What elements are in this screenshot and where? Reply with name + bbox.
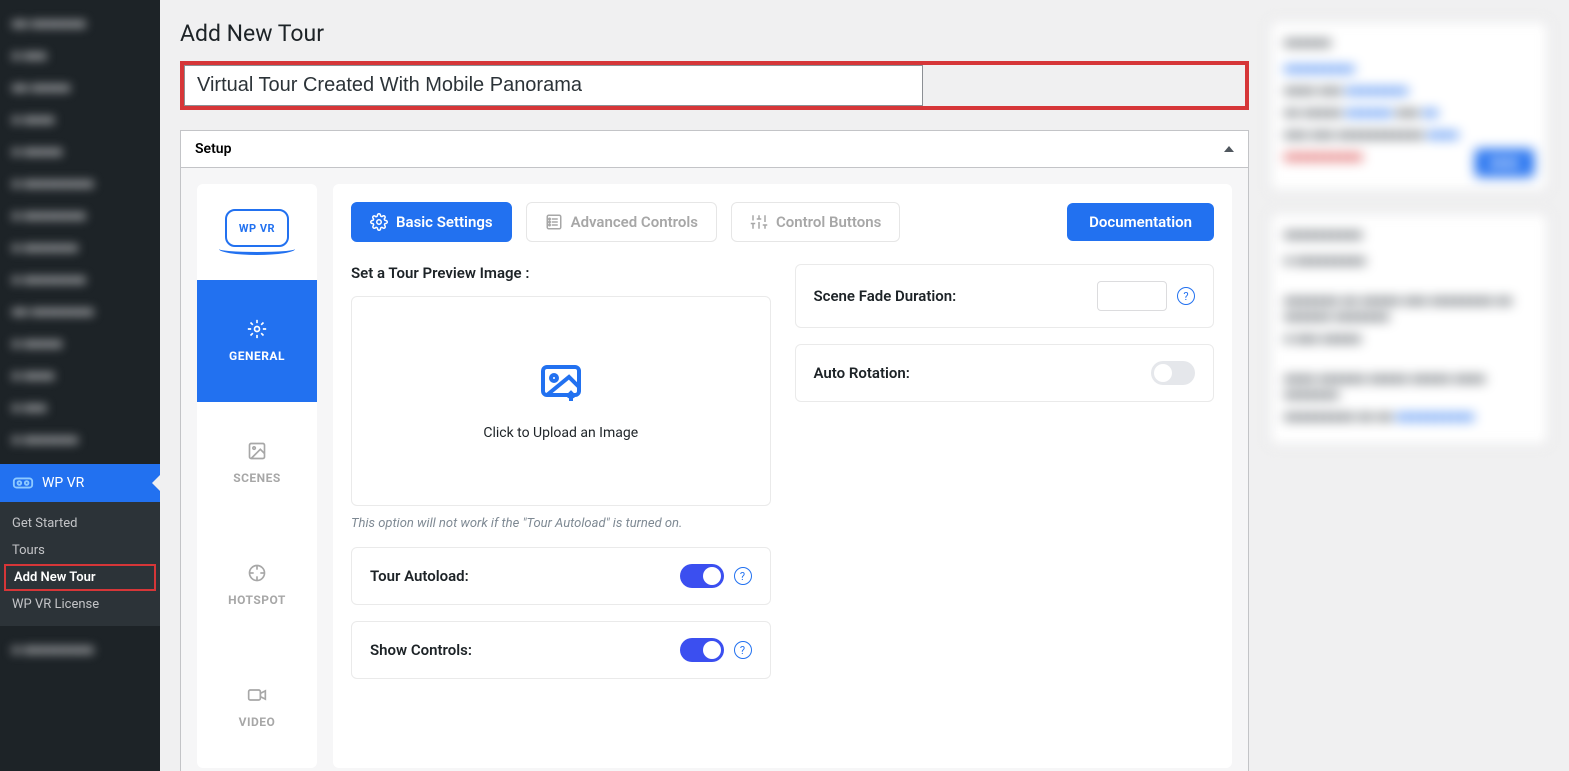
vtab-video-label: VIDEO (239, 715, 276, 729)
vtab-hotspot[interactable]: HOTSPOT (197, 524, 317, 646)
upload-preview-image[interactable]: Click to Upload an Image (351, 296, 771, 506)
vtab-scenes-label: SCENES (233, 471, 281, 485)
setup-body: WP VR GENERAL (181, 168, 1248, 771)
setup-panel-header[interactable]: Setup (181, 131, 1248, 168)
sidebar-wpvr-label: WP VR (42, 475, 84, 491)
scene-fade-input[interactable] (1097, 281, 1167, 311)
checklist-icon (545, 213, 563, 231)
htab-basic-settings[interactable]: Basic Settings (351, 202, 512, 242)
settings-left-col: Set a Tour Preview Image : Click to Uplo… (351, 264, 771, 679)
tour-title-input[interactable] (184, 65, 923, 106)
vtab-general-label: GENERAL (229, 349, 285, 363)
settings-columns: Set a Tour Preview Image : Click to Uplo… (351, 264, 1214, 679)
documentation-button[interactable]: Documentation (1067, 203, 1214, 241)
page-title: Add New Tour (180, 20, 1249, 47)
vertical-tabs: WP VR GENERAL (197, 184, 317, 768)
auto-rotation-label: Auto Rotation: (814, 364, 910, 382)
setup-label: Setup (195, 141, 231, 157)
vtab-scenes[interactable]: SCENES (197, 402, 317, 524)
editor-column: Add New Tour Setup WP VR (180, 20, 1249, 751)
htab-control-buttons-label: Control Buttons (776, 213, 881, 231)
gear-icon (247, 319, 267, 339)
htab-advanced-label: Advanced Controls (571, 213, 698, 231)
title-input-highlight (180, 61, 1249, 110)
scene-fade-label: Scene Fade Duration: (814, 287, 957, 305)
help-icon[interactable]: ? (1177, 287, 1195, 305)
preview-note: This option will not work if the "Tour A… (351, 516, 771, 531)
vtab-video[interactable]: VIDEO (197, 646, 317, 768)
htab-control-buttons[interactable]: Control Buttons (731, 202, 900, 242)
tour-autoload-toggle[interactable] (680, 564, 724, 588)
submenu-add-new-tour[interactable]: Add New Tour (4, 564, 156, 591)
htab-basic-label: Basic Settings (396, 213, 493, 231)
image-upload-icon (537, 361, 585, 409)
show-controls-toggle[interactable] (680, 638, 724, 662)
wpvr-badge: WP VR (225, 209, 289, 247)
collapse-icon (1224, 146, 1234, 152)
show-controls-label: Show Controls: (370, 641, 472, 659)
main-content: Add New Tour Setup WP VR (160, 0, 1569, 771)
gear-icon (370, 213, 388, 231)
htab-advanced-controls[interactable]: Advanced Controls (526, 202, 717, 242)
tour-autoload-label: Tour Autoload: (370, 567, 469, 585)
upload-hint: Click to Upload an Image (483, 425, 638, 441)
wp-admin-sidebar: ■■ ■■■■■■■ ■ ■■■ ■■ ■■■■■ ■ ■■■■ ■ ■■■■■… (0, 0, 160, 771)
crosshair-icon (247, 563, 267, 583)
vtab-general[interactable]: GENERAL (197, 280, 317, 402)
option-show-controls: Show Controls: ? (351, 621, 771, 679)
help-icon[interactable]: ? (734, 567, 752, 585)
vr-goggle-icon (12, 472, 34, 494)
publish-sidebar-blurred: ■■■■■■ ■■■■■■■■■ ■■■■ ■■■ ■■■■■■■■ ■■ ■■… (1269, 20, 1549, 751)
option-scene-fade: Scene Fade Duration: ? (795, 264, 1215, 328)
wpvr-logo: WP VR (197, 184, 317, 280)
settings-area: Basic Settings Advanced Controls (333, 184, 1232, 768)
settings-right-col: Scene Fade Duration: ? Auto Rotation: (795, 264, 1215, 679)
setup-panel: Setup WP VR (180, 130, 1249, 771)
image-icon (247, 441, 267, 461)
horizontal-tabs: Basic Settings Advanced Controls (351, 202, 1214, 242)
wp-submenu: Get Started Tours Add New Tour WP VR Lic… (0, 502, 160, 626)
option-auto-rotation: Auto Rotation: (795, 344, 1215, 402)
video-icon (247, 685, 267, 705)
option-tour-autoload: Tour Autoload: ? (351, 547, 771, 605)
help-icon[interactable]: ? (734, 641, 752, 659)
submenu-license[interactable]: WP VR License (0, 591, 160, 618)
preview-image-label: Set a Tour Preview Image : (351, 264, 771, 282)
sliders-icon (750, 213, 768, 231)
submenu-get-started[interactable]: Get Started (0, 510, 160, 537)
sidebar-item-wpvr[interactable]: WP VR (0, 464, 160, 502)
submenu-tours[interactable]: Tours (0, 537, 160, 564)
auto-rotation-toggle[interactable] (1151, 361, 1195, 385)
vtab-hotspot-label: HOTSPOT (228, 593, 286, 607)
